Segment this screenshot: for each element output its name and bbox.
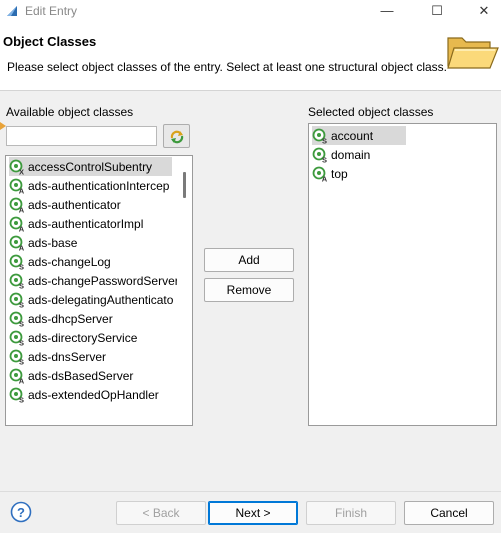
list-item-label: ads-delegatingAuthenticato bbox=[28, 292, 174, 307]
svg-text:A: A bbox=[322, 174, 328, 182]
object-class-icon: S bbox=[312, 147, 327, 163]
svg-text:?: ? bbox=[17, 505, 25, 520]
minimize-button[interactable]: — bbox=[377, 2, 397, 20]
object-class-icon: S bbox=[9, 273, 24, 289]
list-item[interactable]: Sads-delegatingAuthenticato bbox=[9, 290, 174, 309]
help-icon[interactable]: ? bbox=[10, 501, 32, 523]
list-item-label: ads-extendedOpHandler bbox=[28, 387, 159, 402]
svg-text:A: A bbox=[19, 224, 25, 232]
available-classes-list[interactable]: XaccessControlSubentry Aads-authenticatio… bbox=[5, 155, 193, 426]
list-item[interactable]: Atop bbox=[312, 164, 406, 183]
list-item-label: ads-directoryService bbox=[28, 330, 138, 345]
page-description: Please select object classes of the entr… bbox=[7, 60, 447, 74]
list-item-label: domain bbox=[331, 147, 371, 162]
svg-text:A: A bbox=[19, 205, 25, 213]
list-item-label: ads-authenticationIntercep bbox=[28, 178, 170, 193]
list-item[interactable]: Saccount bbox=[312, 126, 406, 145]
list-item-label: ads-authenticatorImpl bbox=[28, 216, 144, 231]
object-class-icon: A bbox=[9, 197, 25, 213]
object-class-icon: A bbox=[9, 235, 25, 251]
selected-classes-label: Selected object classes bbox=[308, 105, 434, 119]
list-item-label: accessControlSubentry bbox=[28, 159, 153, 174]
filter-input[interactable] bbox=[6, 126, 157, 146]
svg-text:A: A bbox=[19, 376, 25, 384]
cancel-button[interactable]: Cancel bbox=[404, 501, 494, 525]
finish-button[interactable]: Finish bbox=[306, 501, 396, 525]
svg-text:S: S bbox=[19, 262, 24, 270]
list-item-label: ads-dsBasedServer bbox=[28, 368, 134, 383]
object-class-icon: A bbox=[9, 216, 25, 232]
list-item[interactable]: Aads-authenticator bbox=[9, 195, 172, 214]
available-classes-label: Available object classes bbox=[6, 105, 134, 119]
list-item[interactable]: Sads-changePasswordServer bbox=[9, 271, 179, 290]
list-item-label: account bbox=[331, 128, 374, 143]
close-button[interactable]: ✕ bbox=[474, 2, 494, 20]
list-item[interactable]: Sads-extendedOpHandler bbox=[9, 385, 172, 404]
list-item[interactable]: XaccessControlSubentry bbox=[9, 157, 172, 176]
selected-classes-list[interactable]: Saccount Sdomain Atop bbox=[308, 123, 497, 426]
list-item-label: ads-changePasswordServer bbox=[28, 273, 179, 288]
object-class-icon: S bbox=[9, 311, 24, 327]
refresh-icon bbox=[170, 130, 184, 144]
folder-open-icon bbox=[447, 37, 499, 69]
svg-text:S: S bbox=[19, 338, 24, 346]
list-item[interactable]: Aads-dsBasedServer bbox=[9, 366, 172, 385]
list-item[interactable]: Sdomain bbox=[312, 145, 406, 164]
svg-text:S: S bbox=[19, 300, 24, 308]
refresh-schema-button[interactable] bbox=[163, 124, 190, 148]
list-item[interactable]: Aads-authenticationIntercep bbox=[9, 176, 172, 195]
svg-text:S: S bbox=[19, 319, 24, 327]
page-title: Object Classes bbox=[3, 34, 97, 49]
eclipse-app-icon bbox=[7, 6, 17, 16]
svg-text:A: A bbox=[19, 186, 25, 194]
wizard-banner: Object Classes Please select object clas… bbox=[0, 24, 501, 91]
maximize-button[interactable]: ☐ bbox=[427, 2, 447, 20]
object-class-icon: A bbox=[312, 166, 328, 182]
object-class-icon: S bbox=[9, 387, 24, 403]
svg-text:X: X bbox=[19, 167, 24, 175]
back-button[interactable]: < Back bbox=[116, 501, 206, 525]
window-title: Edit Entry bbox=[25, 4, 78, 18]
remove-button[interactable]: Remove bbox=[204, 278, 294, 302]
available-list-scrollbar[interactable] bbox=[177, 156, 192, 425]
list-item[interactable]: Sads-dhcpServer bbox=[9, 309, 172, 328]
list-item-label: ads-dhcpServer bbox=[28, 311, 113, 326]
svg-text:S: S bbox=[322, 136, 327, 144]
list-item-label: ads-authenticator bbox=[28, 197, 121, 212]
object-class-icon: X bbox=[9, 159, 24, 175]
svg-text:S: S bbox=[19, 281, 24, 289]
object-class-icon: S bbox=[9, 254, 24, 270]
list-item-label: ads-changeLog bbox=[28, 254, 111, 269]
svg-text:A: A bbox=[19, 243, 25, 251]
list-item[interactable]: Sads-changeLog bbox=[9, 252, 172, 271]
list-item[interactable]: Sads-dnsServer bbox=[9, 347, 172, 366]
next-button[interactable]: Next > bbox=[208, 501, 298, 525]
scrollbar-thumb[interactable] bbox=[183, 172, 186, 198]
object-class-icon: S bbox=[9, 330, 24, 346]
list-item-label: top bbox=[331, 166, 348, 181]
svg-text:S: S bbox=[322, 155, 327, 163]
footer-separator bbox=[0, 491, 501, 492]
list-item-label: ads-base bbox=[28, 235, 78, 250]
object-class-icon: S bbox=[9, 292, 24, 308]
list-item[interactable]: Aads-base bbox=[9, 233, 172, 252]
list-item-label: ads-dnsServer bbox=[28, 349, 107, 364]
svg-text:S: S bbox=[19, 395, 24, 403]
object-class-icon: S bbox=[9, 349, 24, 365]
add-button[interactable]: Add bbox=[204, 248, 294, 272]
object-class-icon: S bbox=[312, 128, 327, 144]
title-bar: Edit Entry — ☐ ✕ bbox=[0, 0, 501, 24]
svg-text:S: S bbox=[19, 357, 24, 365]
object-class-icon: A bbox=[9, 178, 25, 194]
list-item[interactable]: Aads-authenticatorImpl bbox=[9, 214, 172, 233]
object-class-icon: A bbox=[9, 368, 25, 384]
list-item[interactable]: Sads-directoryService bbox=[9, 328, 172, 347]
